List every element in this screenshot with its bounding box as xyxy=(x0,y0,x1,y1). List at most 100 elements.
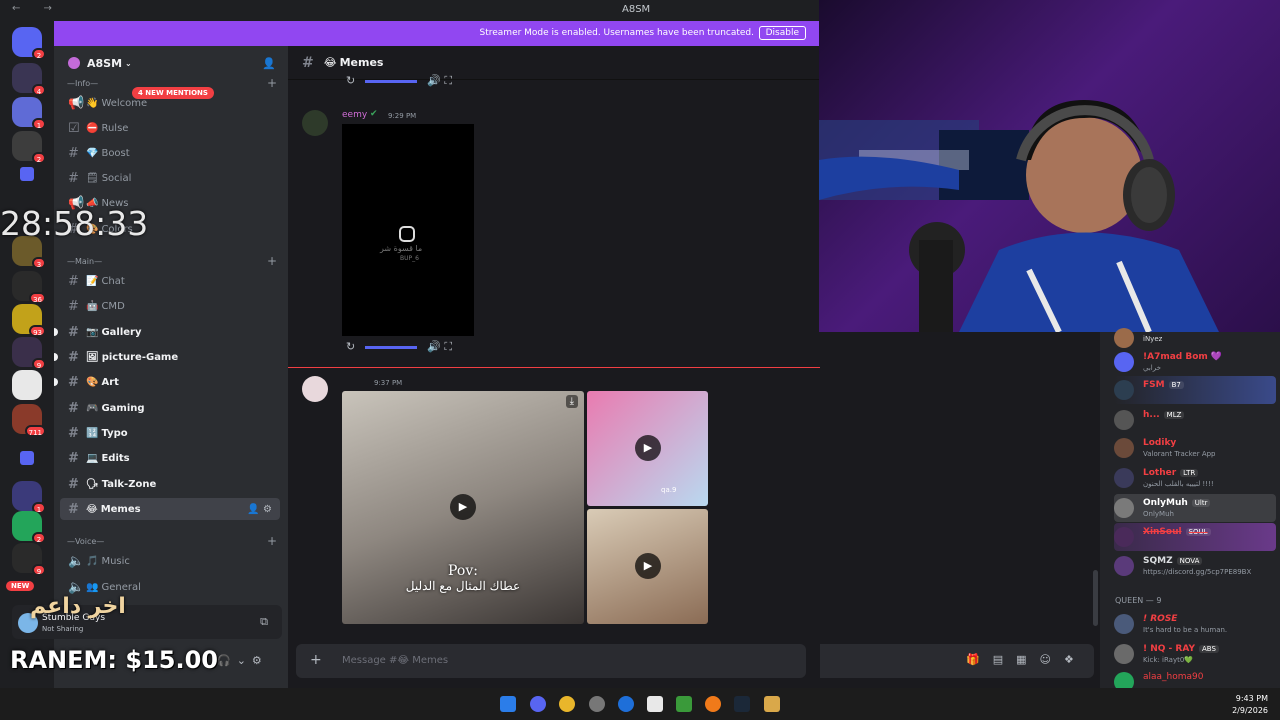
server-header[interactable]: A8SM ⌄ 👤 xyxy=(54,46,288,80)
video-controls[interactable]: ↻ 🔊 ⛶ xyxy=(346,340,452,354)
server-icon[interactable]: 9 xyxy=(12,337,46,370)
disable-button[interactable]: Disable xyxy=(758,26,806,40)
app-icon[interactable] xyxy=(589,696,605,712)
video-attachment[interactable]: ▶ qa.9 xyxy=(587,391,708,506)
user-controls[interactable]: 🎧⌄⚙ xyxy=(217,654,268,667)
member-item[interactable]: FSM B7 xyxy=(1114,376,1276,404)
system-clock[interactable]: 9:43 PM 2/9/2026 xyxy=(1232,693,1268,717)
add-channel-icon[interactable]: + xyxy=(267,254,277,268)
unread-indicator xyxy=(54,378,58,386)
channel-welcome[interactable]: 📢 👋 Welcome xyxy=(60,92,280,114)
rules-icon: ☑ xyxy=(68,120,80,136)
channel-gallery[interactable]: # 📷 Gallery xyxy=(54,321,280,343)
activity-status: Not Sharing xyxy=(42,625,84,633)
channel-picture-game[interactable]: # 🖼 picture-Game xyxy=(54,346,280,368)
channel-gaming[interactable]: # 🎮 Gaming xyxy=(60,397,280,419)
channel-chat[interactable]: # 📝 Chat xyxy=(60,270,280,292)
hash-icon: # xyxy=(68,324,79,340)
composer-icons[interactable]: 🎁▤▦☺❖ xyxy=(966,653,1087,666)
channel-talk-zone[interactable]: # 🗣 Talk-Zone xyxy=(60,473,280,495)
avatar[interactable] xyxy=(302,110,328,136)
add-channel-icon[interactable]: + xyxy=(267,76,277,90)
member-item[interactable]: SQMZ NOVA https://discord.gg/5cp7PE89BX xyxy=(1114,552,1276,580)
channel-social[interactable]: # 🗒 Social xyxy=(60,167,280,189)
video-controls[interactable]: ↻ 🔊 ⛶ xyxy=(346,74,452,88)
server-icon[interactable] xyxy=(12,370,42,400)
windows-start-icon[interactable] xyxy=(500,696,516,712)
steam-icon[interactable] xyxy=(734,696,750,712)
video-text: Pov: عطاك المثال مع الدليل xyxy=(405,563,521,593)
avatar[interactable] xyxy=(302,376,328,402)
screen-share-icon[interactable]: ⧉ xyxy=(260,615,268,629)
nav-arrows[interactable]: ← → xyxy=(12,3,62,14)
category-info[interactable]: —Info— + xyxy=(67,76,277,90)
new-badge: NEW xyxy=(6,581,35,591)
discord-icon[interactable] xyxy=(530,696,546,712)
play-icon[interactable]: ▶ xyxy=(635,435,661,461)
server-icon[interactable]: 711 xyxy=(12,404,46,437)
avatar xyxy=(1114,527,1134,547)
chat-area-extension xyxy=(820,332,1100,688)
member-name: OnlyMuh xyxy=(1143,498,1188,508)
channel-music[interactable]: 🔈 🎵 Music xyxy=(60,550,280,572)
message-input[interactable]: Message #😂 Memes xyxy=(342,655,448,666)
server-icon[interactable]: 2 xyxy=(12,511,46,544)
channel-emoji: 😂 xyxy=(323,56,337,69)
channel-boost[interactable]: # 💎 Boost xyxy=(60,142,280,164)
app-icon[interactable] xyxy=(764,696,780,712)
avatar xyxy=(1114,468,1134,488)
avatar xyxy=(1114,438,1134,458)
member-tag: NOVA xyxy=(1176,557,1203,565)
channel-edits[interactable]: # 💻 Edits xyxy=(60,447,280,469)
member-item[interactable]: Lother LTR لتيييه بالقلب الحنون !!!! xyxy=(1114,464,1276,492)
play-icon[interactable]: ▶ xyxy=(635,553,661,579)
member-tag: ABS xyxy=(1198,645,1219,653)
role-header: QUEEN — 9 xyxy=(1115,596,1162,605)
member-item[interactable]: OnlyMuh Ultr OnlyMuh xyxy=(1114,494,1276,522)
member-item[interactable]: !A7mad Bom 💜 خرابي xyxy=(1114,348,1276,376)
app-icon[interactable] xyxy=(618,696,634,712)
message-author[interactable]: eemy xyxy=(342,110,367,120)
channel-cmd[interactable]: # 🤖 CMD xyxy=(60,295,280,317)
channel-typo[interactable]: # 🔢 Typo xyxy=(60,422,280,444)
folder-icon[interactable] xyxy=(20,167,34,181)
channel-settings-icon[interactable]: 👤 ⚙ xyxy=(247,504,272,515)
video-attachment[interactable]: ▶ xyxy=(587,509,708,624)
server-icon[interactable]: 1 xyxy=(12,481,46,514)
member-item[interactable]: ! NQ - RAY ABS Kick: iRayt0💚 xyxy=(1114,640,1276,668)
member-item[interactable]: Lodiky Valorant Tracker App xyxy=(1114,434,1276,462)
chrome-icon[interactable] xyxy=(559,696,575,712)
invite-icon[interactable]: 👤 xyxy=(262,57,276,70)
channel-rulse[interactable]: ☑ ⛔ Rulse xyxy=(60,117,280,139)
app-icon[interactable] xyxy=(647,696,663,712)
discord-home-icon[interactable]: 2 xyxy=(12,27,46,60)
video-embed[interactable]: ما قسوة شر BUP_6 xyxy=(342,124,474,336)
message-composer[interactable]: + Message #😂 Memes xyxy=(296,644,806,678)
video-attachment[interactable]: ▶ Pov: عطاك المثال مع الدليل ⤓ xyxy=(342,391,584,624)
server-icon[interactable]: 9 xyxy=(12,543,46,576)
chat-scrollbar[interactable] xyxy=(1093,570,1098,626)
play-icon[interactable]: ▶ xyxy=(450,494,476,520)
attach-icon[interactable]: + xyxy=(310,652,322,668)
member-item[interactable]: XinSoul SOUL xyxy=(1114,523,1276,551)
server-icon[interactable]: 4 xyxy=(12,63,46,96)
folder-icon[interactable] xyxy=(20,451,34,465)
xbox-icon[interactable] xyxy=(676,696,692,712)
category-voice[interactable]: —Voice— + xyxy=(67,534,277,548)
clock-date: 2/9/2026 xyxy=(1232,706,1268,715)
firefox-icon[interactable] xyxy=(705,696,721,712)
add-channel-icon[interactable]: + xyxy=(267,534,277,548)
channel-memes[interactable]: # 😂 Memes 👤 ⚙ xyxy=(60,498,280,520)
server-icon[interactable]: 93 xyxy=(12,304,46,337)
member-item[interactable]: h... MLZ xyxy=(1114,406,1276,434)
chevron-down-icon: ⌄ xyxy=(125,58,132,68)
category-main[interactable]: —Main— + xyxy=(67,254,277,268)
server-icon[interactable]: 36 xyxy=(12,271,46,304)
server-icon[interactable]: 2 xyxy=(12,131,46,164)
channel-art[interactable]: # 🎨 Art xyxy=(54,371,280,393)
server-icon[interactable]: 1 xyxy=(12,97,46,130)
avatar xyxy=(1114,328,1134,348)
verified-icon: ✔ xyxy=(370,109,378,119)
member-item[interactable]: ! ROSE It's hard to be a human. xyxy=(1114,610,1276,638)
download-icon[interactable]: ⤓ xyxy=(565,395,578,408)
